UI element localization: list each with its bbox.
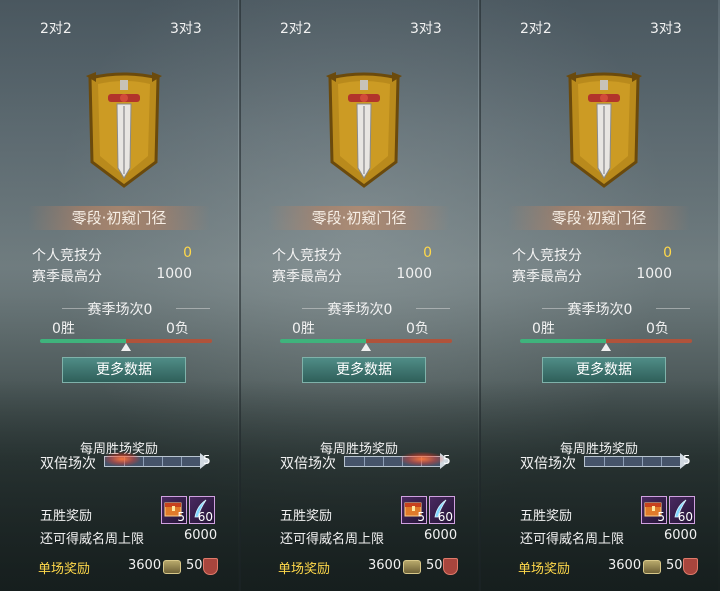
mode-tabs: 2对2 3对3 — [0, 18, 238, 44]
wins-count: 0胜 — [52, 321, 75, 337]
season-best-value: 1000 — [156, 266, 192, 282]
honor-shield-icon — [203, 558, 218, 575]
season-best-value: 1000 — [636, 266, 672, 282]
personal-score-value: 0 — [423, 245, 432, 261]
losses-count: 0负 — [166, 321, 189, 337]
personal-score-value: 0 — [183, 245, 192, 261]
coin-icon — [403, 560, 421, 574]
season-best-label: 赛季最高分 — [512, 269, 582, 285]
personal-score-row: 个人竞技分 0 — [272, 245, 432, 265]
tab-2v2[interactable]: 2对2 — [520, 18, 552, 38]
season-best-value: 1000 — [396, 266, 432, 282]
single-reward-label: 单场奖励 — [518, 562, 571, 577]
limit-label: 还可得威名周上限 — [280, 532, 385, 547]
rank-emblem-icon — [86, 72, 162, 188]
single-reward-label: 单场奖励 — [38, 562, 91, 577]
honor-shield-icon — [683, 558, 698, 575]
feather-count: 60 — [437, 510, 453, 524]
limit-label: 还可得威名周上限 — [520, 532, 625, 547]
wins-count: 0胜 — [532, 321, 555, 337]
feather-icon[interactable]: 60 — [669, 496, 695, 524]
chest-icon[interactable]: 5 — [401, 496, 427, 524]
tab-3v3[interactable]: 3对3 — [410, 18, 442, 38]
arena-panel: 2对2 3对3 零段·初窥门径 个人竞技分 0 赛季最高分 1000 赛季场次0… — [240, 0, 478, 591]
win-ratio-marker — [601, 343, 611, 351]
double-count: 5 — [683, 453, 691, 467]
panel-divider — [239, 0, 241, 591]
chest-icon[interactable]: 5 — [641, 496, 667, 524]
more-data-button[interactable]: 更多数据 — [542, 357, 666, 383]
five-win-label: 五胜奖励 — [520, 509, 573, 524]
limit-label: 还可得威名周上限 — [40, 532, 145, 547]
single-reward-label: 单场奖励 — [278, 562, 331, 577]
double-label: 双倍场次 — [520, 456, 576, 472]
glow-effect — [400, 452, 444, 466]
season-best-label: 赛季最高分 — [32, 269, 102, 285]
personal-score-row: 个人竞技分 0 — [32, 245, 192, 265]
season-best-row: 赛季最高分 1000 — [512, 266, 672, 286]
season-best-label: 赛季最高分 — [272, 269, 342, 285]
win-ratio-marker — [361, 343, 371, 351]
personal-score-row: 个人竞技分 0 — [512, 245, 672, 265]
tab-2v2[interactable]: 2对2 — [40, 18, 72, 38]
season-best-row: 赛季最高分 1000 — [272, 266, 432, 286]
win-ratio-marker — [121, 343, 131, 351]
single-coin-value: 3600 — [128, 558, 162, 573]
personal-score-label: 个人竞技分 — [32, 248, 102, 264]
single-coin-value: 3600 — [368, 558, 402, 573]
season-matches: 赛季场次0 — [87, 302, 153, 318]
losses-count: 0负 — [646, 321, 669, 337]
feather-count: 60 — [197, 510, 213, 524]
single-honor-value: 50 — [186, 558, 203, 573]
personal-score-label: 个人竞技分 — [272, 248, 342, 264]
tab-3v3[interactable]: 3对3 — [170, 18, 202, 38]
season-best-row: 赛季最高分 1000 — [32, 266, 192, 286]
personal-score-label: 个人竞技分 — [512, 248, 582, 264]
arena-panel: 2对2 3对3 零段·初窥门径 个人竞技分 0 赛季最高分 1000 赛季场次0… — [0, 0, 238, 591]
five-win-label: 五胜奖励 — [40, 509, 93, 524]
rank-emblem-icon — [566, 72, 642, 188]
more-data-button[interactable]: 更多数据 — [62, 357, 186, 383]
double-label: 双倍场次 — [280, 456, 336, 472]
season-matches: 赛季场次0 — [327, 302, 393, 318]
double-progress-bar — [584, 456, 682, 467]
tab-3v3[interactable]: 3对3 — [650, 18, 682, 38]
rank-title: 零段·初窥门径 — [28, 206, 210, 230]
chest-count: 5 — [417, 510, 425, 524]
panel-divider — [479, 0, 481, 591]
chest-icon[interactable]: 5 — [161, 496, 187, 524]
feather-icon[interactable]: 60 — [189, 496, 215, 524]
rank-emblem-icon — [326, 72, 402, 188]
arena-panel: 2对2 3对3 零段·初窥门径 个人竞技分 0 赛季最高分 1000 赛季场次0… — [480, 0, 718, 591]
rank-title: 零段·初窥门径 — [508, 206, 690, 230]
limit-value: 6000 — [184, 528, 218, 543]
coin-icon — [163, 560, 181, 574]
season-matches: 赛季场次0 — [567, 302, 633, 318]
limit-value: 6000 — [424, 528, 458, 543]
rank-title: 零段·初窥门径 — [268, 206, 450, 230]
double-count: 5 — [443, 453, 451, 467]
double-label: 双倍场次 — [40, 456, 96, 472]
coin-icon — [643, 560, 661, 574]
single-coin-value: 3600 — [608, 558, 642, 573]
personal-score-value: 0 — [663, 245, 672, 261]
single-honor-value: 50 — [426, 558, 443, 573]
five-win-label: 五胜奖励 — [280, 509, 333, 524]
more-data-button[interactable]: 更多数据 — [302, 357, 426, 383]
chest-count: 5 — [657, 510, 665, 524]
double-count: 5 — [203, 453, 211, 467]
single-honor-value: 50 — [666, 558, 683, 573]
mode-tabs: 2对2 3对3 — [240, 18, 478, 44]
chest-count: 5 — [177, 510, 185, 524]
honor-shield-icon — [443, 558, 458, 575]
tab-2v2[interactable]: 2对2 — [280, 18, 312, 38]
mode-tabs: 2对2 3对3 — [480, 18, 718, 44]
wins-count: 0胜 — [292, 321, 315, 337]
glow-effect — [104, 452, 140, 466]
limit-value: 6000 — [664, 528, 698, 543]
feather-icon[interactable]: 60 — [429, 496, 455, 524]
losses-count: 0负 — [406, 321, 429, 337]
feather-count: 60 — [677, 510, 693, 524]
